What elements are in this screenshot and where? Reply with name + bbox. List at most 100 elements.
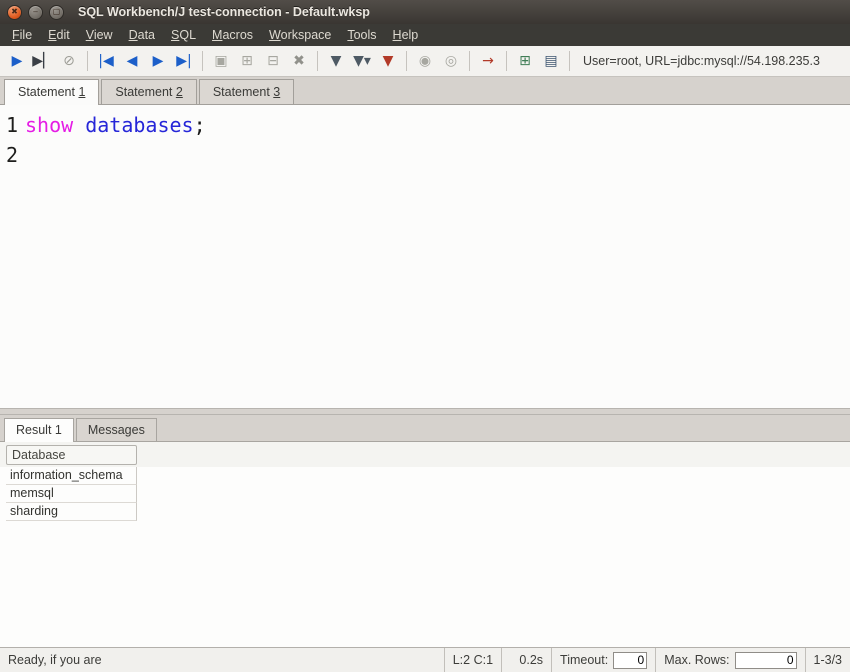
title-bar: ✖ – ▢ SQL Workbench/J test-connection - … (0, 0, 850, 24)
maximize-icon: ▢ (53, 8, 61, 16)
previous-row-icon: ◀ (127, 54, 138, 68)
filter-dropdown-button[interactable]: ▼▾ (349, 49, 375, 74)
tab-statement-3[interactable]: Statement 3 (199, 79, 294, 104)
delete-row-icon: ✖ (293, 54, 305, 68)
last-row-button[interactable]: ▶| (171, 49, 197, 74)
execute-all-icon: ▶▏ (32, 54, 54, 68)
copy-row-icon: ⊟ (267, 54, 279, 68)
previous-row-button[interactable]: ◀ (119, 49, 145, 74)
insert-row-icon: ⊞ (241, 54, 253, 68)
toolbar-buttons: ▶▶▏⊘|◀◀▶▶|▣⊞⊟✖▼▼▾▼◉◎→⊞▤ (4, 46, 575, 76)
code-token-plain: ; (194, 113, 206, 137)
menu-help[interactable]: Help (385, 25, 427, 45)
insert-row-button[interactable]: ⊞ (234, 49, 260, 74)
max-rows-section: Max. Rows: (655, 648, 804, 672)
rollback-icon: ◎ (445, 54, 457, 68)
rollback-button[interactable]: ◎ (438, 49, 464, 74)
menu-file[interactable]: File (4, 25, 40, 45)
menu-macros[interactable]: Macros (204, 25, 261, 45)
editor-line: 2 (0, 140, 850, 170)
delete-row-button[interactable]: ✖ (286, 49, 312, 74)
menu-tools[interactable]: Tools (339, 25, 384, 45)
cursor-position: L:2 C:1 (444, 648, 501, 672)
status-bar: Ready, if you are L:2 C:1 0.2s Timeout: … (0, 647, 850, 672)
save-changes-button[interactable]: ▣ (208, 49, 234, 74)
table-row[interactable]: sharding (6, 503, 850, 521)
result-table-header: Database (0, 442, 850, 467)
editor-line: 1show databases; (0, 110, 850, 140)
data-pumper-button[interactable]: ⊞ (512, 49, 538, 74)
cancel-execution-icon: ⊘ (63, 54, 75, 68)
table-cell[interactable]: sharding (6, 503, 137, 521)
copy-row-button[interactable]: ⊟ (260, 49, 286, 74)
remove-filter-button[interactable]: ▼ (375, 49, 401, 74)
toolbar-separator (317, 51, 318, 71)
menu-edit[interactable]: Edit (40, 25, 78, 45)
last-row-icon: ▶| (176, 54, 191, 68)
table-row[interactable]: memsql (6, 485, 850, 503)
menu-data[interactable]: Data (121, 25, 163, 45)
close-icon: ✖ (11, 8, 18, 16)
menu-view[interactable]: View (78, 25, 121, 45)
tab-statement-2[interactable]: Statement 2 (101, 79, 196, 104)
sql-editor[interactable]: 1show databases;2 (0, 105, 850, 408)
table-row[interactable]: information_schema (6, 467, 850, 485)
first-row-button[interactable]: |◀ (93, 49, 119, 74)
export-result-icon: → (482, 54, 494, 68)
next-row-button[interactable]: ▶ (145, 49, 171, 74)
column-header[interactable]: Database (6, 445, 137, 465)
filter-icon: ▼ (331, 54, 342, 68)
filter-dropdown-icon: ▼▾ (353, 54, 371, 68)
editor-lines: 1show databases;2 (0, 110, 850, 170)
code-text: show databases; (25, 110, 206, 140)
database-explorer-button[interactable]: ▤ (538, 49, 564, 74)
result-table-body: information_schemamemsqlsharding (6, 467, 850, 521)
toolbar-separator (469, 51, 470, 71)
code-token-identifier: databases (85, 113, 193, 137)
toolbar-separator (506, 51, 507, 71)
tab-messages[interactable]: Messages (76, 418, 157, 441)
data-pumper-icon: ⊞ (519, 54, 531, 68)
tab-result-1[interactable]: Result 1 (4, 418, 74, 442)
commit-icon: ◉ (419, 54, 431, 68)
tab-statement-1[interactable]: Statement 1 (4, 79, 99, 105)
filter-button[interactable]: ▼ (323, 49, 349, 74)
table-cell[interactable]: memsql (6, 485, 137, 503)
line-number: 1 (6, 110, 21, 140)
timeout-section: Timeout: (551, 648, 655, 672)
toolbar-separator (406, 51, 407, 71)
result-table: Database information_schemamemsqlshardin… (0, 442, 850, 647)
close-button[interactable]: ✖ (7, 5, 22, 20)
commit-button[interactable]: ◉ (412, 49, 438, 74)
menu-workspace[interactable]: Workspace (261, 25, 339, 45)
table-cell[interactable]: information_schema (6, 467, 137, 485)
export-result-button[interactable]: → (475, 49, 501, 74)
first-row-icon: |◀ (98, 54, 113, 68)
code-token-keyword: show (25, 113, 73, 137)
execute-statement-button[interactable]: ▶ (4, 49, 30, 74)
toolbar: ▶▶▏⊘|◀◀▶▶|▣⊞⊟✖▼▼▾▼◉◎→⊞▤ User=root, URL=j… (0, 46, 850, 77)
row-range: 1-3/3 (805, 648, 850, 672)
timeout-input[interactable] (613, 652, 647, 669)
cancel-execution-button[interactable]: ⊘ (56, 49, 82, 74)
status-message: Ready, if you are (0, 648, 444, 672)
menu-sql[interactable]: SQL (163, 25, 204, 45)
line-number: 2 (6, 140, 21, 170)
next-row-icon: ▶ (153, 54, 164, 68)
timeout-label: Timeout: (560, 653, 608, 667)
window-title: SQL Workbench/J test-connection - Defaul… (78, 5, 370, 19)
maximize-button[interactable]: ▢ (49, 5, 64, 20)
max-rows-input[interactable] (735, 652, 797, 669)
connection-info: User=root, URL=jdbc:mysql://54.198.235.3 (583, 54, 820, 68)
result-tabbar: Result 1Messages (0, 415, 850, 442)
execute-all-button[interactable]: ▶▏ (30, 49, 56, 74)
remove-filter-icon: ▼ (383, 54, 394, 68)
app-window: ✖ – ▢ SQL Workbench/J test-connection - … (0, 0, 850, 672)
statement-tabbar: Statement 1Statement 2Statement 3 (0, 77, 850, 105)
execution-time: 0.2s (501, 648, 551, 672)
database-explorer-icon: ▤ (544, 54, 557, 68)
minimize-icon: – (33, 8, 37, 16)
save-changes-icon: ▣ (214, 54, 227, 68)
splitter[interactable] (0, 408, 850, 415)
minimize-button[interactable]: – (28, 5, 43, 20)
